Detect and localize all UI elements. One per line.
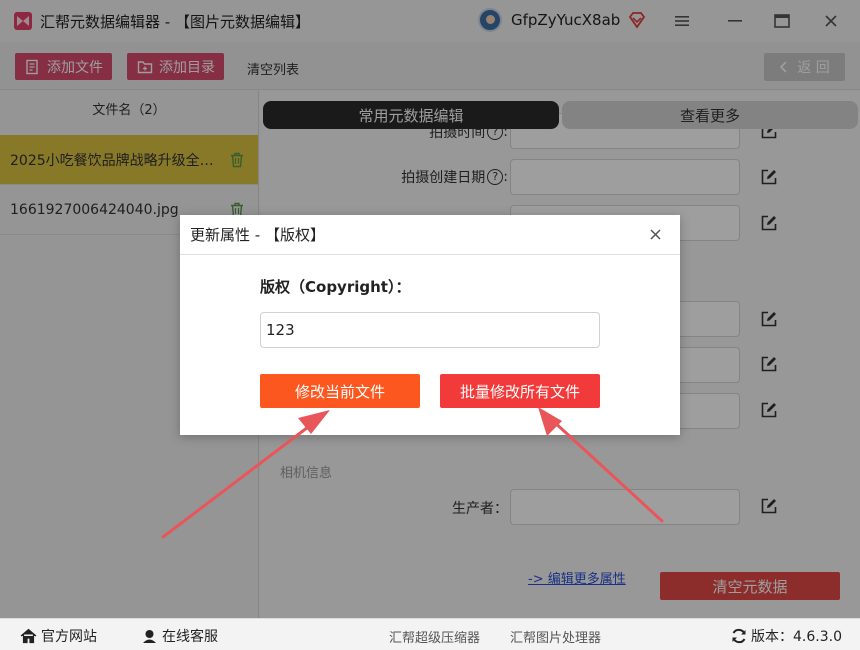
online-service-link[interactable]: 在线客服 bbox=[141, 626, 218, 646]
online-service-label: 在线客服 bbox=[162, 629, 218, 645]
dialog-close-icon[interactable] bbox=[646, 225, 664, 243]
batch-modify-all-files-button[interactable]: 批量修改所有文件 bbox=[440, 374, 600, 408]
home-icon bbox=[20, 628, 37, 644]
dialog-header: 更新属性 - 【版权】 bbox=[180, 215, 680, 255]
modify-current-file-button[interactable]: 修改当前文件 bbox=[260, 374, 420, 408]
dialog-title: 更新属性 - 【版权】 bbox=[190, 226, 325, 244]
image-tool-link[interactable]: 汇帮图片处理器 bbox=[510, 627, 601, 646]
refresh-icon bbox=[732, 628, 746, 644]
update-property-dialog: 更新属性 - 【版权】 版权（Copyright）： 修改当前文件 批量修改所有… bbox=[180, 215, 680, 435]
copyright-label: 版权（Copyright）： bbox=[260, 278, 411, 296]
status-bar: 官方网站 在线客服 汇帮超级压缩器 汇帮图片处理器 版本：4.6.3.0 bbox=[0, 618, 860, 650]
compressor-link[interactable]: 汇帮超级压缩器 bbox=[389, 627, 480, 646]
version-info[interactable]: 版本：4.6.3.0 bbox=[731, 626, 842, 646]
customer-service-icon bbox=[143, 630, 156, 643]
official-website-link[interactable]: 官方网站 bbox=[20, 626, 97, 646]
copyright-input[interactable] bbox=[260, 312, 600, 348]
version-label: 版本：4.6.3.0 bbox=[751, 629, 842, 645]
official-website-label: 官方网站 bbox=[41, 629, 97, 645]
